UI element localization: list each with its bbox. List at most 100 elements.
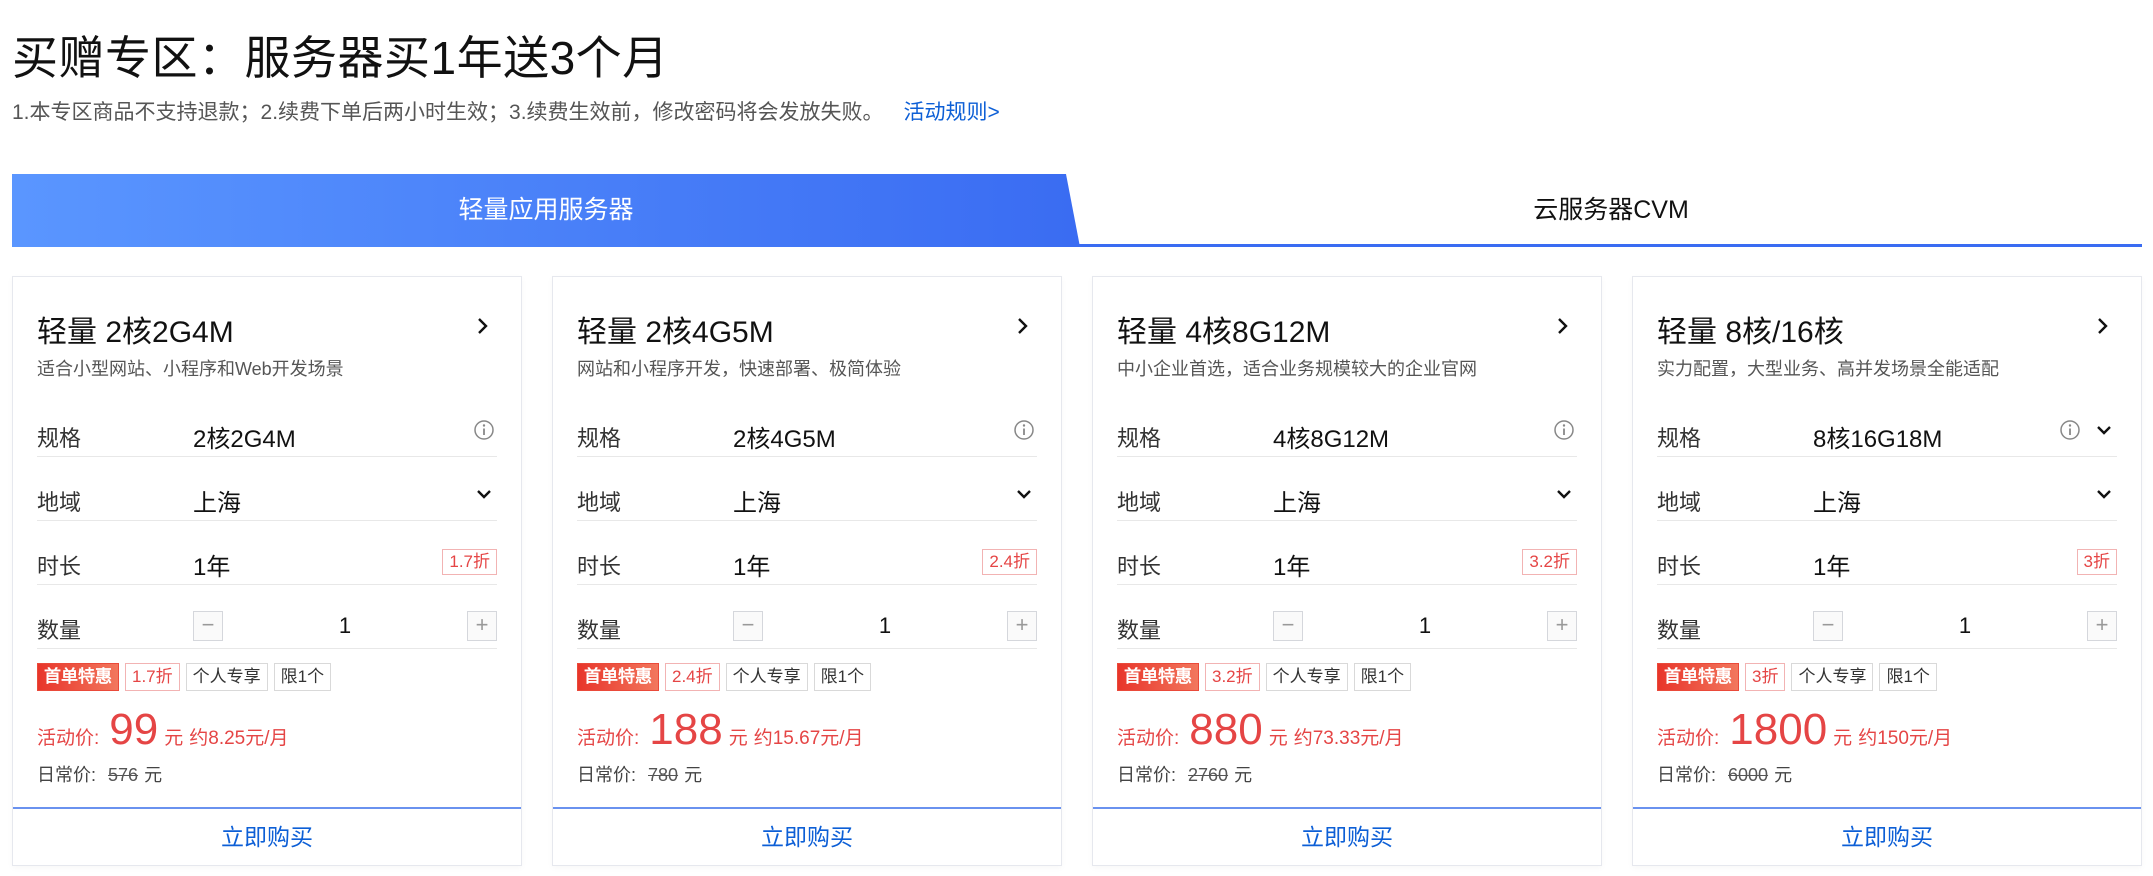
product-card: 轻量 2核4G5M 网站和小程序开发，快速部署、极简体验 规格 2核4G5M 地… (552, 276, 1062, 866)
tab-cvm[interactable]: 云服务器CVM (1080, 174, 2142, 244)
page-notice: 1.本专区商品不支持退款；2.续费下单后两小时生效；3.续费生效前，修改密码将会… (12, 96, 1000, 126)
quantity-increment-button[interactable]: + (1547, 611, 1577, 641)
spec-row: 规格 4核8G12M (1117, 403, 1577, 457)
normal-price-label: 日常价: (1657, 765, 1717, 785)
card-header[interactable]: 轻量 4核8G12M (1117, 307, 1577, 349)
quantity-label: 数量 (1657, 618, 1702, 643)
price-unit: 元 (1268, 728, 1288, 749)
card-subtitle: 实力配置，大型业务、高并发场景全能适配 (1657, 359, 1999, 379)
card-subtitle: 网站和小程序开发，快速部署、极简体验 (577, 359, 901, 379)
activity-price-value: 188 (649, 705, 723, 754)
region-select[interactable]: 地域 上海 (37, 467, 497, 521)
duration-row: 时长 1年 1.7折 (37, 531, 497, 585)
buy-now-button[interactable]: 立即购买 (1633, 807, 2141, 865)
quantity-value[interactable]: 1 (1843, 611, 2087, 641)
region-value: 上海 (193, 490, 241, 517)
normal-price-label: 日常价: (577, 765, 637, 785)
card-header[interactable]: 轻量 2核2G4M (37, 307, 497, 349)
info-icon[interactable] (1553, 419, 1575, 441)
product-cards: 轻量 2核2G4M 适合小型网站、小程序和Web开发场景 规格 2核2G4M 地… (12, 276, 2142, 866)
normal-price-value: 780 (648, 765, 679, 785)
quantity-increment-button[interactable]: + (467, 611, 497, 641)
quantity-increment-button[interactable]: + (1007, 611, 1037, 641)
chevron-right-icon (2098, 318, 2108, 334)
info-icon[interactable] (1013, 419, 1035, 441)
spec-value: 8核16G18M (1813, 426, 1943, 453)
region-select[interactable]: 地域 上海 (1657, 467, 2117, 521)
card-header[interactable]: 轻量 2核4G5M (577, 307, 1037, 349)
duration-label: 时长 (1657, 554, 1702, 579)
notice-text: 1.本专区商品不支持退款；2.续费下单后两小时生效；3.续费生效前，修改密码将会… (12, 101, 884, 124)
product-tabs: 轻量应用服务器 云服务器CVM (12, 174, 2142, 247)
spec-select[interactable]: 规格 8核16G18M (1657, 403, 2117, 457)
card-title: 轻量 2核4G5M (577, 316, 774, 349)
personal-tag: 个人专享 (725, 663, 808, 691)
region-value: 上海 (1813, 490, 1861, 517)
activity-price-label: 活动价: (37, 728, 100, 749)
duration-label: 时长 (37, 554, 82, 579)
quantity-value[interactable]: 1 (223, 611, 467, 641)
spec-label: 规格 (37, 426, 82, 451)
limit-tag: 限1个 (273, 663, 332, 691)
discount-tag: 1.7折 (125, 663, 180, 691)
quantity-stepper: 数量 − 1 + (37, 595, 497, 649)
quantity-decrement-button[interactable]: − (1273, 611, 1303, 641)
duration-value: 1年 (1813, 554, 1851, 581)
monthly-price: 约15.67元/月 (753, 728, 864, 749)
personal-tag: 个人专享 (1791, 663, 1874, 691)
monthly-price: 约150元/月 (1858, 728, 1953, 749)
chevron-right-icon (1558, 318, 1568, 334)
limit-tag: 限1个 (1879, 663, 1937, 691)
info-icon[interactable] (2059, 419, 2081, 441)
spec-label: 规格 (577, 426, 622, 451)
buy-now-button[interactable]: 立即购买 (1093, 807, 1601, 865)
quantity-stepper: 数量 − 1 + (1117, 595, 1577, 649)
first-order-tag: 首单特惠 (1117, 663, 1199, 691)
price-unit: 元 (1833, 728, 1853, 749)
card-header[interactable]: 轻量 8核/16核 (1657, 307, 2117, 349)
rules-link[interactable]: 活动规则> (904, 101, 1000, 124)
buy-now-button[interactable]: 立即购买 (13, 807, 521, 865)
buy-now-button[interactable]: 立即购买 (553, 807, 1061, 865)
quantity-decrement-button[interactable]: − (733, 611, 763, 641)
chevron-down-icon (2097, 490, 2111, 499)
chevron-right-icon (478, 318, 488, 334)
product-card: 轻量 4核8G12M 中小企业首选，适合业务规模较大的企业官网 规格 4核8G1… (1092, 276, 1602, 866)
chevron-down-icon (477, 490, 491, 499)
quantity-decrement-button[interactable]: − (193, 611, 223, 641)
price-unit: 元 (164, 728, 184, 749)
first-order-tag: 首单特惠 (1657, 663, 1739, 691)
quantity-value[interactable]: 1 (1303, 611, 1547, 641)
quantity-stepper: 数量 − 1 + (577, 595, 1037, 649)
discount-badge: 1.7折 (442, 549, 497, 575)
normal-price: 日常价: 780 元 (577, 761, 702, 787)
region-label: 地域 (1117, 490, 1162, 515)
duration-value: 1年 (733, 554, 771, 581)
page-title: 买赠专区：服务器买1年送3个月 (12, 32, 669, 84)
spec-value: 2核2G4M (193, 426, 296, 453)
price-unit: 元 (728, 728, 748, 749)
activity-price-value: 880 (1189, 705, 1263, 754)
duration-value: 1年 (1273, 554, 1311, 581)
spec-label: 规格 (1657, 426, 1702, 451)
chevron-right-icon (1018, 318, 1028, 334)
spec-row: 规格 2核4G5M (577, 403, 1037, 457)
normal-price: 日常价: 6000 元 (1657, 761, 1792, 787)
quantity-label: 数量 (37, 618, 82, 643)
discount-badge: 3.2折 (1522, 549, 1577, 575)
region-select[interactable]: 地域 上海 (577, 467, 1037, 521)
info-icon[interactable] (473, 419, 495, 441)
tab-lighthouse[interactable]: 轻量应用服务器 (12, 174, 1080, 247)
limit-tag: 限1个 (813, 663, 872, 691)
region-select[interactable]: 地域 上海 (1117, 467, 1577, 521)
quantity-label: 数量 (1117, 618, 1162, 643)
card-title: 轻量 2核2G4M (37, 316, 234, 349)
discount-badge: 3折 (2076, 549, 2117, 575)
monthly-price: 约8.25元/月 (189, 728, 289, 749)
chevron-down-icon (2097, 426, 2111, 435)
quantity-value[interactable]: 1 (763, 611, 1007, 641)
region-value: 上海 (733, 490, 781, 517)
duration-row: 时长 1年 3折 (1657, 531, 2117, 585)
quantity-decrement-button[interactable]: − (1813, 611, 1843, 641)
quantity-increment-button[interactable]: + (2087, 611, 2117, 641)
